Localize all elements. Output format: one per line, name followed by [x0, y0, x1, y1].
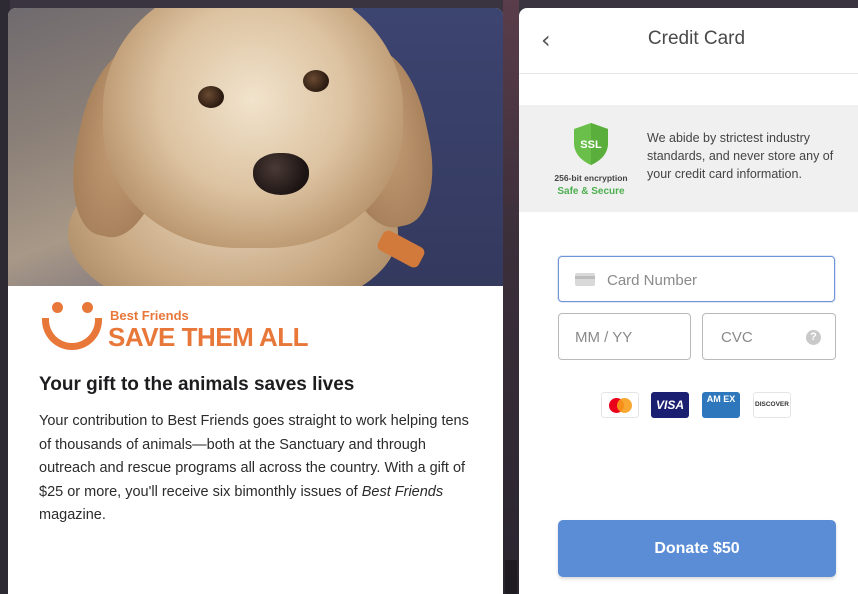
logo-brand-big: SAVE THEM ALL — [108, 322, 309, 352]
photo-dog-eye — [303, 70, 329, 92]
promo-body: Your contribution to Best Friends goes s… — [39, 410, 479, 528]
visa-icon: VISA — [651, 392, 689, 418]
promo-body-end: magazine. — [39, 507, 106, 523]
mastercard-icon — [601, 392, 639, 418]
photo-dog-nose — [253, 153, 309, 195]
promo-body-magazine: Best Friends — [361, 483, 444, 500]
smile-logo-icon — [38, 302, 106, 352]
background-glyph — [505, 560, 517, 594]
donate-button[interactable]: Donate $50 — [558, 520, 836, 577]
dog-photo — [8, 8, 503, 286]
help-icon[interactable]: ? — [806, 330, 821, 345]
credit-card-icon — [575, 273, 595, 286]
card-number-field[interactable] — [558, 256, 835, 303]
ssl-shield-icon: SSL — [572, 122, 610, 166]
discover-icon: DISCOVER — [753, 392, 791, 418]
security-notice: SSL 256-bit encryption Safe & Secure We … — [519, 105, 858, 212]
logo-brand-small: Best Friends — [110, 308, 189, 323]
expiry-field[interactable] — [558, 313, 691, 361]
background-photo-strip — [503, 0, 519, 594]
panel-header: ‹ Credit Card — [519, 8, 858, 74]
cvc-field[interactable]: ? — [702, 313, 836, 361]
photo-dog-head — [103, 8, 403, 248]
promo-card: Best Friends SAVE THEM ALL Your gift to … — [8, 8, 503, 594]
security-note: We abide by strictest industry standards… — [647, 131, 834, 181]
best-friends-logo: Best Friends SAVE THEM ALL — [38, 302, 338, 362]
expiry-input[interactable] — [573, 314, 687, 361]
encryption-label: 256-bit encryption — [554, 173, 628, 183]
page-title: Credit Card — [647, 28, 746, 49]
amex-icon: AM EX — [702, 392, 740, 418]
ssl-badge-label: SSL — [580, 139, 602, 151]
cvc-input[interactable] — [719, 314, 803, 361]
photo-dog-eye — [198, 86, 224, 108]
safe-secure-label: Safe & Secure — [557, 186, 625, 197]
promo-headline: Your gift to the animals saves lives — [39, 374, 355, 395]
payment-panel: ‹ Credit Card SSL 256-bit encryption Saf… — [519, 8, 858, 594]
card-number-input[interactable] — [605, 257, 829, 303]
